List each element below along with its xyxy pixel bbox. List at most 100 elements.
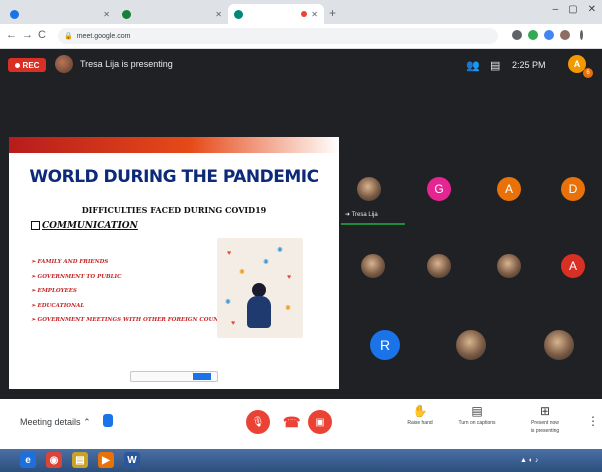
- microphone-off-icon: 🎙: [251, 416, 265, 428]
- meeting-details-button[interactable]: Meeting details ⌃: [20, 417, 91, 428]
- internet-explorer-icon[interactable]: e: [20, 452, 36, 468]
- minimize-icon[interactable]: –: [553, 4, 559, 15]
- browser-tab-meet[interactable]: ✕: [228, 4, 324, 24]
- person-figure-head: [252, 283, 266, 297]
- heart-icon: ♥: [231, 320, 236, 327]
- tab-1-close-icon[interactable]: ✕: [103, 10, 110, 19]
- slide-title: WORLD DURING THE PANDEMIC: [29, 167, 319, 187]
- word-icon[interactable]: W: [124, 452, 140, 468]
- windows-taskbar: [0, 449, 602, 472]
- participant-tile[interactable]: D: [545, 167, 601, 211]
- heart-icon: ♥: [287, 274, 292, 281]
- notification-badge: 6: [583, 68, 593, 78]
- microphone-off-button[interactable]: 🎙: [246, 410, 270, 434]
- back-icon[interactable]: ←: [6, 29, 17, 41]
- captions-button[interactable]: ▤ Turn on captions: [452, 404, 502, 426]
- leave-call-button[interactable]: ☎: [283, 414, 300, 431]
- participant-avatar: A: [561, 254, 585, 278]
- participant-avatar: [544, 330, 574, 360]
- participant-avatar: A: [497, 177, 521, 201]
- captions-label: Turn on captions: [458, 420, 496, 426]
- participant-tile[interactable]: [443, 323, 499, 367]
- participant-tile[interactable]: [481, 244, 537, 288]
- tab-meet-close-icon[interactable]: ✕: [311, 10, 318, 19]
- participant-name-label: ➜ Tresa Lija: [345, 212, 378, 218]
- person-figure-body: [247, 296, 271, 328]
- recording-badge: REC: [8, 58, 46, 72]
- virus-icon: ✺: [277, 247, 283, 254]
- participant-tile[interactable]: R: [357, 323, 413, 367]
- participant-avatar: G: [427, 177, 451, 201]
- raise-hand-label: Raise hand: [407, 420, 433, 426]
- profile-avatar[interactable]: [560, 30, 570, 40]
- file-explorer-icon[interactable]: ▤: [72, 452, 88, 468]
- isolation-illustration: ♥ ✺ ✺ ♥ ✺ ✺ ✺ ♥: [217, 238, 303, 338]
- participant-tile[interactable]: G: [411, 167, 467, 211]
- tab-1-favicon-icon: [10, 9, 19, 19]
- chrome-icon[interactable]: ◉: [46, 452, 62, 468]
- camera-off-button[interactable]: ▣: [308, 410, 332, 434]
- chat-icon[interactable]: ▤: [490, 59, 500, 72]
- present-now-button[interactable]: ⊞ Present now is presenting: [520, 404, 570, 434]
- browser-tab-2[interactable]: ✕: [116, 4, 228, 24]
- slide-section-heading: COMMUNICATION: [31, 221, 138, 231]
- new-tab-button[interactable]: +: [329, 6, 336, 20]
- address-text: meet.google.com: [76, 32, 131, 40]
- system-tray[interactable]: ▲ ◐ ♪: [520, 457, 539, 464]
- presentation-slide: WORLD DURING THE PANDEMIC DIFFICULTIES F…: [9, 137, 339, 389]
- slide-bullet: ➢ EDUCATIONAL: [31, 302, 85, 309]
- slide-bullet: ➢ GOVERNMENT MEETINGS WITH OTHER FOREIGN…: [31, 317, 238, 323]
- maximize-icon[interactable]: ▢: [568, 4, 577, 15]
- recording-label: REC: [22, 60, 40, 70]
- security-shield-icon[interactable]: [103, 414, 113, 427]
- slide-search-button: [193, 373, 211, 380]
- tab-2-close-icon[interactable]: ✕: [215, 10, 222, 19]
- participant-avatar: [497, 254, 521, 278]
- present-sub-label: is presenting: [530, 428, 560, 434]
- meeting-clock: 2:25 PM: [512, 60, 546, 70]
- extension-icon[interactable]: [544, 30, 554, 40]
- raise-hand-button[interactable]: ✋ Raise hand: [395, 404, 445, 426]
- checkbox-bullet-icon: [31, 221, 40, 230]
- participant-avatar: R: [370, 330, 400, 360]
- extension-icon[interactable]: [528, 30, 538, 40]
- participant-tile[interactable]: A: [481, 167, 537, 211]
- address-bar[interactable]: 🔒 meet.google.com: [58, 28, 498, 44]
- slide-bullet: ➢ GOVERNMENT TO PUBLIC: [31, 273, 122, 280]
- reload-icon[interactable]: C: [38, 29, 46, 41]
- chevron-up-icon: ⌃: [83, 417, 91, 427]
- participant-tile[interactable]: [341, 167, 397, 211]
- camera-off-icon: ▣: [315, 416, 325, 428]
- window-controls: – ▢ ✕: [553, 4, 596, 15]
- slide-bullet-list: ➢ FAMILY AND FRIENDS ➢ GOVERNMENT TO PUB…: [31, 259, 238, 332]
- participant-avatar: [456, 330, 486, 360]
- close-window-icon[interactable]: ✕: [588, 4, 596, 15]
- more-options-icon[interactable]: ⋮: [587, 414, 599, 428]
- presenter-avatar: [55, 55, 73, 73]
- media-player-icon[interactable]: ▶: [98, 452, 114, 468]
- slide-bullet-text: FAMILY AND FRIENDS: [37, 259, 109, 265]
- virus-icon: ✺: [263, 259, 269, 266]
- slide-heading-text: COMMUNICATION: [42, 221, 138, 231]
- forward-icon[interactable]: →: [22, 29, 33, 41]
- browser-tab-1[interactable]: ✕: [4, 4, 116, 24]
- participant-avatar: [361, 254, 385, 278]
- virus-icon: ✺: [225, 299, 231, 306]
- present-icon: ⊞: [539, 404, 551, 418]
- record-dot-icon: [14, 62, 20, 68]
- participant-tile[interactable]: A: [545, 244, 601, 288]
- virus-icon: ✺: [239, 269, 245, 276]
- browser-menu-icon[interactable]: [580, 30, 583, 40]
- people-icon[interactable]: 👥: [466, 59, 480, 72]
- participant-tile[interactable]: [531, 323, 587, 367]
- lock-icon: 🔒: [64, 33, 73, 40]
- presenting-status: Tresa Lija is presenting: [80, 59, 173, 69]
- slide-bullet: ➢ FAMILY AND FRIENDS: [31, 259, 109, 265]
- participant-tile[interactable]: [411, 244, 467, 288]
- participant-tile[interactable]: [345, 244, 401, 288]
- slide-bullet: ➢ EMPLOYEES: [31, 288, 77, 294]
- raise-hand-icon: ✋: [412, 404, 428, 418]
- bookmark-star-icon[interactable]: [512, 30, 522, 40]
- participant-avatar: [357, 177, 381, 201]
- participant-avatar: [427, 254, 451, 278]
